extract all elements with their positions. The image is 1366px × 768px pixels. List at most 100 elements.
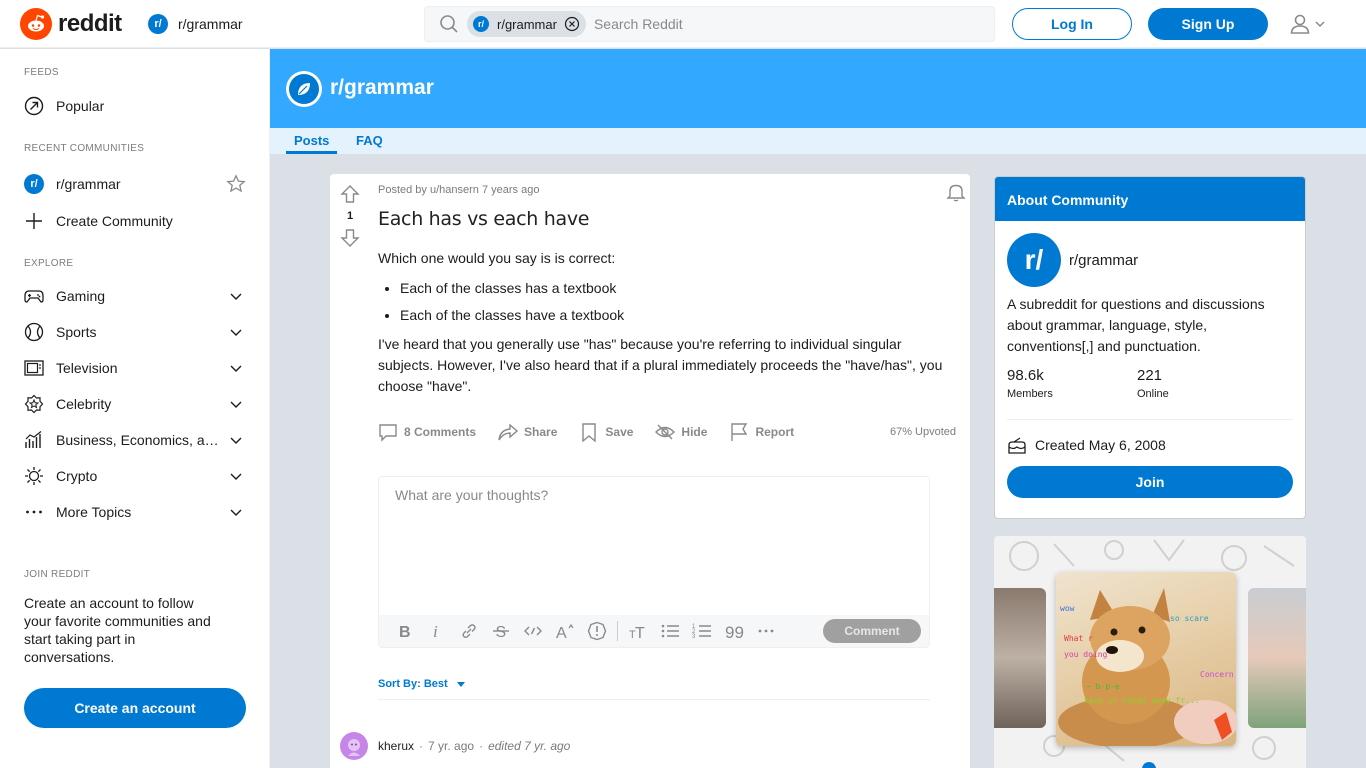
sidebar-item-label: Gaming [56,288,106,304]
avatar[interactable] [340,732,368,760]
share-button[interactable]: Share [498,422,557,442]
sidebar-item-sports[interactable]: Sports [24,318,246,346]
user-menu[interactable] [1288,12,1326,36]
downvote-arrow-icon[interactable] [340,228,360,248]
carousel-next-image[interactable] [1248,588,1306,728]
sidebar-item-create-community[interactable]: Create Community [24,207,246,235]
chip-close-icon[interactable] [564,16,580,32]
search-input[interactable]: Search Reddit [594,16,683,32]
chart-icon [24,430,44,450]
chevron-down-icon [226,430,246,450]
tab-posts[interactable]: Posts [286,133,338,154]
crypto-icon [24,466,44,486]
about-community-link[interactable]: r/ r/grammar [1007,233,1138,287]
sports-ball-icon [24,322,44,342]
sidebar-item-popular[interactable]: Popular [24,92,246,120]
search-bar[interactable]: r/ r/grammar Search Reddit [424,6,995,42]
numbered-list-icon[interactable]: 123 [686,617,718,645]
signup-button[interactable]: Sign Up [1148,8,1268,40]
sidebar-item-celebrity[interactable]: Celebrity [24,390,246,418]
sort-dropdown[interactable]: Sort By: Best [378,677,468,691]
svg-text:B: B [399,624,411,640]
comment-bubble-icon [379,424,397,442]
link-icon[interactable] [453,617,485,645]
post-body: Which one would you say is is correct: E… [378,248,956,397]
left-sidebar: FEEDS Popular RECENT COMMUNITIES r/ r/gr… [0,49,270,768]
favorite-star-icon[interactable] [226,174,246,194]
search-community-chip[interactable]: r/ r/grammar [467,11,586,37]
community-icon: r/ [148,14,168,34]
tv-icon [24,358,44,378]
sidebar-item-television[interactable]: Television [24,354,246,382]
tab-faq[interactable]: FAQ [356,133,383,148]
meme-text: keep ur hands away fr... [1084,696,1200,705]
comment-editor[interactable]: What are your thoughts? B i S A TT 123 9… [378,476,930,648]
community-banner: r/grammar [270,49,1366,128]
post-intro: Which one would you say is is correct: [378,250,616,266]
login-button[interactable]: Log In [1012,8,1132,40]
sidebar-item-more-topics[interactable]: More Topics [24,498,246,526]
comment-toolbar: B i S A TT 123 99 Comment [379,615,929,647]
bell-icon[interactable] [946,182,966,202]
post-title[interactable]: Each has vs each have [378,208,589,230]
doge-meme-image: wow so scare What r you doing Concern ~ … [1056,572,1236,746]
meme-text: you doing [1064,650,1108,659]
comments-button[interactable]: 8 Comments [378,422,476,442]
community-images-carousel[interactable]: wow so scare What r you doing Concern ~ … [994,536,1306,768]
comment-input[interactable]: What are your thoughts? [395,487,548,503]
chevron-down-icon [226,286,246,306]
share-label: Share [524,425,558,439]
members-stat: 98.6k Members [1007,367,1137,400]
snoo-avatar-icon [348,739,360,756]
comments-label: 8 Comments [404,425,477,439]
strikethrough-icon[interactable]: S [485,617,517,645]
quote-block-icon[interactable]: 99 [718,617,750,645]
bookmark-icon [582,423,597,442]
created-text: Created May 6, 2008 [1035,437,1166,453]
chevron-down-icon [226,358,246,378]
sort-divider [378,699,930,700]
save-label: Save [605,425,634,439]
carousel-prev-image[interactable] [994,588,1046,728]
current-community[interactable]: r/ r/grammar [148,14,243,34]
about-community-name: r/grammar [1069,251,1139,269]
superscript-icon[interactable]: A [549,617,581,645]
sidebar-item-business[interactable]: Business, Economics, and Finance [24,426,246,454]
italic-icon[interactable]: i [421,617,453,645]
more-dots-icon [24,502,44,522]
reddit-logo[interactable]: reddit [20,8,122,40]
bulleted-list-icon[interactable] [654,617,686,645]
comment-header: kherux · 7 yr. ago · edited 7 yr. ago [340,732,570,760]
join-reddit-heading: JOIN REDDIT [24,569,91,580]
svg-text:99: 99 [725,623,744,640]
hide-button[interactable]: Hide [655,422,707,442]
save-button[interactable]: Save [579,422,633,442]
search-icon [439,14,459,34]
create-account-button[interactable]: Create an account [24,688,246,728]
meme-text: What r [1064,634,1093,643]
chevron-down-icon [226,394,246,414]
chip-label: r/grammar [497,16,557,32]
bold-icon[interactable]: B [389,617,421,645]
sidebar-item-gaming[interactable]: Gaming [24,282,246,310]
top-header: reddit r/ r/grammar r/ r/grammar Search … [0,0,1366,48]
star-badge-icon [24,394,44,414]
comment-author[interactable]: kherux [378,739,414,753]
join-button[interactable]: Join [1007,466,1293,498]
meme-text: so scare [1170,614,1209,623]
sidebar-item-label: Create Community [56,213,173,229]
doge-illustration [1058,588,1236,746]
leaf-icon [298,83,310,95]
heading-icon[interactable]: TT [622,617,654,645]
sidebar-item-grammar[interactable]: r/ r/grammar [24,170,246,198]
svg-text:S: S [496,624,507,640]
more-options-icon[interactable] [750,617,782,645]
sidebar-item-crypto[interactable]: Crypto [24,462,246,490]
inline-code-icon[interactable] [517,617,549,645]
comment-edited: edited 7 yr. ago [488,739,571,753]
report-button[interactable]: Report [729,422,794,442]
comment-submit-button[interactable]: Comment [823,619,921,643]
gamepad-icon [24,286,44,306]
spoiler-icon[interactable] [581,617,613,645]
upvote-arrow-icon[interactable] [340,184,360,204]
